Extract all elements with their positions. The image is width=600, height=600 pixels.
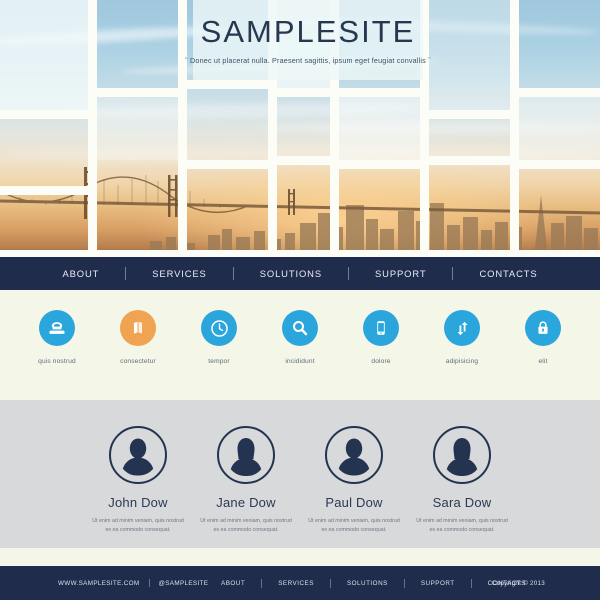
feature-item-quis-nostrud[interactable]: quis nostrud: [20, 310, 94, 365]
nav-item-about[interactable]: ABOUT: [36, 268, 125, 279]
nav-item-contacts[interactable]: CONTACTS: [453, 268, 563, 279]
feature-item-adipisicing[interactable]: adipisicing: [425, 310, 499, 365]
page-root: SAMPLESITE “ Donec ut placerat nulla. Pr…: [0, 0, 600, 600]
avatar: [433, 426, 491, 484]
team-member-name: Jane Dow: [216, 495, 276, 510]
feature-icon-circle: [363, 310, 399, 346]
feature-icon-circle: [282, 310, 318, 346]
feature-icon-circle: [444, 310, 480, 346]
feature-item-tempor[interactable]: tempor: [182, 310, 256, 365]
feature-icon-circle: [201, 310, 237, 346]
phone-icon: [49, 322, 65, 334]
feature-item-consectetur[interactable]: consectetur: [101, 310, 175, 365]
main-navigation-bar: ABOUT SERVICES SOLUTIONS SUPPORT CONTACT…: [0, 257, 600, 290]
nav-item-solutions[interactable]: SOLUTIONS: [234, 268, 348, 279]
team-member-paul-dow[interactable]: Paul Dow Ut enim ad minim veniam, quis n…: [301, 426, 407, 536]
transfer-icon: [457, 321, 467, 335]
feature-label: incididunt: [285, 358, 315, 365]
feature-label: dolore: [371, 358, 391, 365]
nav-item-services[interactable]: SERVICES: [126, 268, 232, 279]
lock-icon: [538, 321, 548, 334]
footer-website-link[interactable]: WWW.SAMPLESITE.COM: [58, 580, 140, 587]
mobile-icon: [377, 321, 385, 335]
footer-copyright: Copyright © 2013: [491, 579, 545, 587]
team-member-sara-dow[interactable]: Sara Dow Ut enim ad minim veniam, quis n…: [409, 426, 515, 536]
avatar: [325, 426, 383, 484]
avatar-female-icon: [446, 438, 478, 477]
cloud-wisp: [260, 122, 600, 133]
page-title: SAMPLESITE: [200, 13, 416, 49]
footer-brand-group: WWW.SAMPLESITE.COM @SAMPLESITE: [58, 579, 208, 587]
feature-label: consectetur: [120, 358, 156, 365]
avatar-male-icon: [122, 438, 154, 476]
search-icon: [292, 320, 308, 336]
avatar-male-icon: [338, 438, 370, 476]
bay-bridge-silhouette: [0, 167, 600, 219]
footer-nav-item-support[interactable]: SUPPORT: [405, 580, 471, 587]
feature-icon-circle: [525, 310, 561, 346]
team-member-name: Paul Dow: [325, 495, 383, 510]
feature-item-incididunt[interactable]: incididunt: [263, 310, 337, 365]
feature-item-elit[interactable]: elit: [506, 310, 580, 365]
cloud-wisp: [39, 100, 421, 122]
team-member-description: Ut enim ad minim veniam, quis nostrud ex…: [92, 518, 184, 534]
hero-title-box: SAMPLESITE “ Donec ut placerat nulla. Pr…: [185, 0, 431, 80]
features-row: quis nostrud consectetur tempor incididu…: [20, 290, 580, 365]
nav-item-support[interactable]: SUPPORT: [349, 268, 452, 279]
footer-bar: WWW.SAMPLESITE.COM @SAMPLESITE ABOUT SER…: [0, 566, 600, 600]
footer-separator: [148, 579, 150, 587]
footer-social-handle[interactable]: @SAMPLESITE: [159, 580, 209, 587]
team-member-description: Ut enim ad minim veniam, quis nostrud ex…: [308, 518, 400, 534]
avatar: [109, 426, 167, 484]
avatar: [217, 426, 275, 484]
feature-item-dolore[interactable]: dolore: [344, 310, 418, 365]
feature-label: tempor: [208, 358, 230, 365]
hero-subtitle: “ Donec ut placerat nulla. Praesent sagi…: [185, 56, 431, 65]
feature-icon-circle: [120, 310, 156, 346]
footer-nav-item-solutions[interactable]: SOLUTIONS: [331, 580, 404, 587]
team-row: John Dow Ut enim ad minim veniam, quis n…: [85, 400, 515, 536]
feature-label: elit: [538, 358, 548, 365]
footer-nav-item-services[interactable]: SERVICES: [262, 580, 330, 587]
cream-divider-strip: [0, 548, 600, 566]
hero-section: SAMPLESITE “ Donec ut placerat nulla. Pr…: [0, 0, 600, 257]
team-member-name: John Dow: [108, 495, 168, 510]
quote-close-mark: ”: [428, 55, 431, 65]
hero-subtitle-text: Donec ut placerat nulla. Praesent sagitt…: [190, 55, 426, 65]
quote-open-mark: “: [185, 55, 188, 65]
feature-label: quis nostrud: [38, 358, 76, 365]
feature-icon-circle: [39, 310, 75, 346]
avatar-female-icon: [230, 438, 262, 477]
footer-nav-item-about[interactable]: ABOUT: [205, 580, 261, 587]
book-icon: [133, 321, 143, 334]
feature-label: adipisicing: [445, 358, 479, 365]
team-member-description: Ut enim ad minim veniam, quis nostrud ex…: [416, 518, 508, 534]
features-section: quis nostrud consectetur tempor incididu…: [0, 290, 600, 400]
team-member-description: Ut enim ad minim veniam, quis nostrud ex…: [200, 518, 292, 534]
nav-list: ABOUT SERVICES SOLUTIONS SUPPORT CONTACT…: [36, 267, 563, 280]
team-member-john-dow[interactable]: John Dow Ut enim ad minim veniam, quis n…: [85, 426, 191, 536]
team-section: John Dow Ut enim ad minim veniam, quis n…: [0, 400, 600, 548]
team-member-jane-dow[interactable]: Jane Dow Ut enim ad minim veniam, quis n…: [193, 426, 299, 536]
clock-icon: [210, 319, 228, 337]
team-member-name: Sara Dow: [432, 495, 492, 510]
